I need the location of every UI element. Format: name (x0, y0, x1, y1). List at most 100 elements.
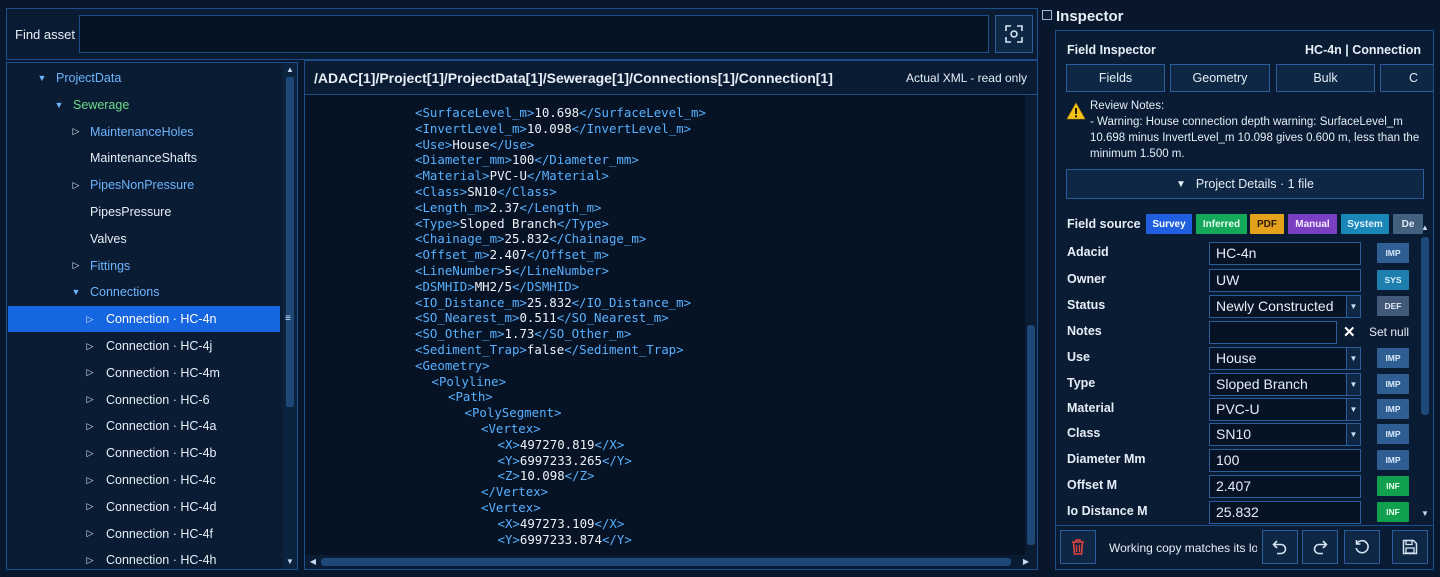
tree-item[interactable]: ▷ Connection · HC-4h (8, 547, 280, 569)
offset-m-field[interactable]: 2.407 (1209, 475, 1361, 498)
xml-horizontal-scrollbar[interactable]: ◀ ▶ (305, 555, 1037, 569)
xml-tag: </Length_m> (519, 199, 602, 215)
set-null-label[interactable]: Set null (1369, 325, 1409, 339)
notes-field[interactable] (1209, 321, 1337, 344)
tree-item[interactable]: ▷ Connection · HC-4m (8, 360, 280, 386)
undo-button[interactable] (1262, 530, 1298, 564)
tree-scroll-thumb[interactable] (286, 77, 294, 407)
tree-item[interactable]: PipesPressure (8, 199, 280, 225)
focus-scan-button[interactable] (995, 15, 1033, 53)
tree-item[interactable]: ▷ Connection · HC-6 (8, 387, 280, 413)
drag-handle-icon[interactable]: ≡ (285, 313, 291, 324)
source-badge-de[interactable]: De (1393, 214, 1423, 234)
chevron-right-icon[interactable]: ▷ (84, 394, 96, 405)
chevron-down-icon[interactable]: ▼ (36, 73, 48, 83)
tree-item[interactable]: ▷ Connection · HC-4b (8, 440, 280, 466)
material-select[interactable]: PVC-U ▼ (1209, 398, 1361, 421)
source-badge-survey[interactable]: Survey (1146, 214, 1192, 234)
use-select[interactable]: House ▼ (1209, 347, 1361, 370)
chevron-right-icon[interactable]: ▷ (84, 475, 96, 486)
field-source-button[interactable]: INF (1377, 476, 1409, 496)
field-source-button[interactable]: IMP (1377, 374, 1409, 394)
save-button[interactable] (1392, 530, 1428, 564)
chevron-right-icon[interactable]: ▷ (70, 260, 82, 271)
xml-tag: <Z> (497, 468, 520, 484)
tree-item[interactable]: ▷ PipesNonPressure (8, 172, 280, 198)
xml-hscroll-thumb[interactable] (321, 558, 1011, 566)
chevron-right-icon[interactable]: ▷ (84, 367, 96, 378)
delete-button[interactable] (1060, 530, 1096, 564)
chevron-right-icon[interactable]: ▷ (84, 314, 96, 325)
chevron-down-icon[interactable]: ▼ (1346, 374, 1360, 395)
diameter-mm-field[interactable]: 100 (1209, 449, 1361, 472)
chevron-right-icon[interactable]: ▷ (84, 448, 96, 459)
scroll-down-icon[interactable]: ▼ (1420, 509, 1430, 519)
inspector-scroll-thumb[interactable] (1421, 237, 1429, 415)
tree-item[interactable]: ▷ Connection · HC-4d (8, 494, 280, 520)
inspector-scrollbar[interactable]: ▲ ▼ (1418, 221, 1432, 521)
clear-icon[interactable]: ✕ (1343, 323, 1356, 341)
tree-item-label: Fittings (90, 258, 131, 273)
chevron-right-icon[interactable]: ▷ (70, 180, 82, 191)
chevron-down-icon[interactable]: ▼ (1346, 399, 1360, 420)
scroll-down-icon[interactable]: ▼ (285, 557, 295, 567)
tree-item[interactable]: ▷ Connection · HC-4j (8, 333, 280, 359)
field-source-button[interactable]: DEF (1377, 296, 1409, 316)
project-details-toggle[interactable]: ▼ Project Details · 1 file (1066, 169, 1424, 199)
find-asset-input[interactable] (79, 15, 989, 53)
field-source-button[interactable]: IMP (1377, 424, 1409, 444)
tab-fields[interactable]: Fields (1066, 64, 1165, 92)
tree-item[interactable]: ▼ ProjectData (8, 65, 280, 91)
source-badge-system[interactable]: System (1341, 214, 1389, 234)
chevron-right-icon[interactable]: ▷ (70, 126, 82, 137)
tree-item[interactable]: ▷ Connection · HC-4f (8, 521, 280, 547)
xml-value: 100 (511, 152, 535, 168)
tree-item[interactable]: MaintenanceShafts (8, 145, 280, 171)
field-source-button[interactable]: IMP (1377, 243, 1409, 263)
field-source-button[interactable]: IMP (1377, 348, 1409, 368)
owner-field[interactable]: UW (1209, 269, 1361, 292)
field-label: Diameter Mm (1067, 452, 1146, 466)
scroll-left-icon[interactable]: ◀ (308, 557, 318, 567)
type-select[interactable]: Sloped Branch ▼ (1209, 373, 1361, 396)
tree-item[interactable]: ▷ Connection · HC-4n (8, 306, 280, 333)
tree-item[interactable]: ▷ MaintenanceHoles (8, 119, 280, 145)
inspector-checkbox[interactable] (1042, 10, 1052, 20)
tree-item[interactable]: Valves (8, 226, 280, 252)
xml-vertical-scrollbar[interactable] (1025, 95, 1037, 555)
chevron-down-icon[interactable]: ▼ (1346, 296, 1360, 317)
scroll-up-icon[interactable]: ▲ (285, 65, 295, 75)
chevron-right-icon[interactable]: ▷ (84, 501, 96, 512)
xml-vscroll-thumb[interactable] (1027, 325, 1035, 545)
chevron-right-icon[interactable]: ▷ (84, 528, 96, 539)
field-source-button[interactable]: INF (1377, 502, 1409, 522)
tree-item[interactable]: ▷ Connection · HC-4c (8, 467, 280, 493)
status-select[interactable]: Newly Constructed ▼ (1209, 295, 1361, 318)
redo-button[interactable] (1302, 530, 1338, 564)
adacid-field[interactable]: HC-4n (1209, 242, 1361, 265)
source-badge-inferred[interactable]: Inferred (1196, 214, 1247, 234)
chevron-down-icon[interactable]: ▼ (1346, 348, 1360, 369)
tab-geometry[interactable]: Geometry (1170, 64, 1270, 92)
tab-more[interactable]: C (1380, 64, 1433, 92)
field-source-button[interactable]: IMP (1377, 399, 1409, 419)
source-badge-pdf[interactable]: PDF (1250, 214, 1284, 234)
tab-bulk[interactable]: Bulk (1276, 64, 1375, 92)
tree-item[interactable]: ▷ Fittings (8, 253, 280, 279)
tree-item[interactable]: ▼ Connections (8, 279, 280, 305)
scroll-right-icon[interactable]: ▶ (1021, 557, 1031, 567)
tree-item[interactable]: ▷ Connection · HC-4a (8, 413, 280, 439)
chevron-down-icon[interactable]: ▼ (1346, 424, 1360, 445)
field-source-button[interactable]: SYS (1377, 270, 1409, 290)
tree-item[interactable]: ▼ Sewerage (8, 92, 280, 118)
chevron-down-icon[interactable]: ▼ (53, 100, 65, 110)
chevron-right-icon[interactable]: ▷ (84, 555, 96, 566)
chevron-right-icon[interactable]: ▷ (84, 341, 96, 352)
field-source-button[interactable]: IMP (1377, 450, 1409, 470)
chevron-right-icon[interactable]: ▷ (84, 421, 96, 432)
class-select[interactable]: SN10 ▼ (1209, 423, 1361, 446)
io-distance-m-field[interactable]: 25.832 (1209, 501, 1361, 524)
source-badge-manual[interactable]: Manual (1288, 214, 1337, 234)
chevron-down-icon[interactable]: ▼ (70, 287, 82, 297)
reset-button[interactable] (1344, 530, 1380, 564)
